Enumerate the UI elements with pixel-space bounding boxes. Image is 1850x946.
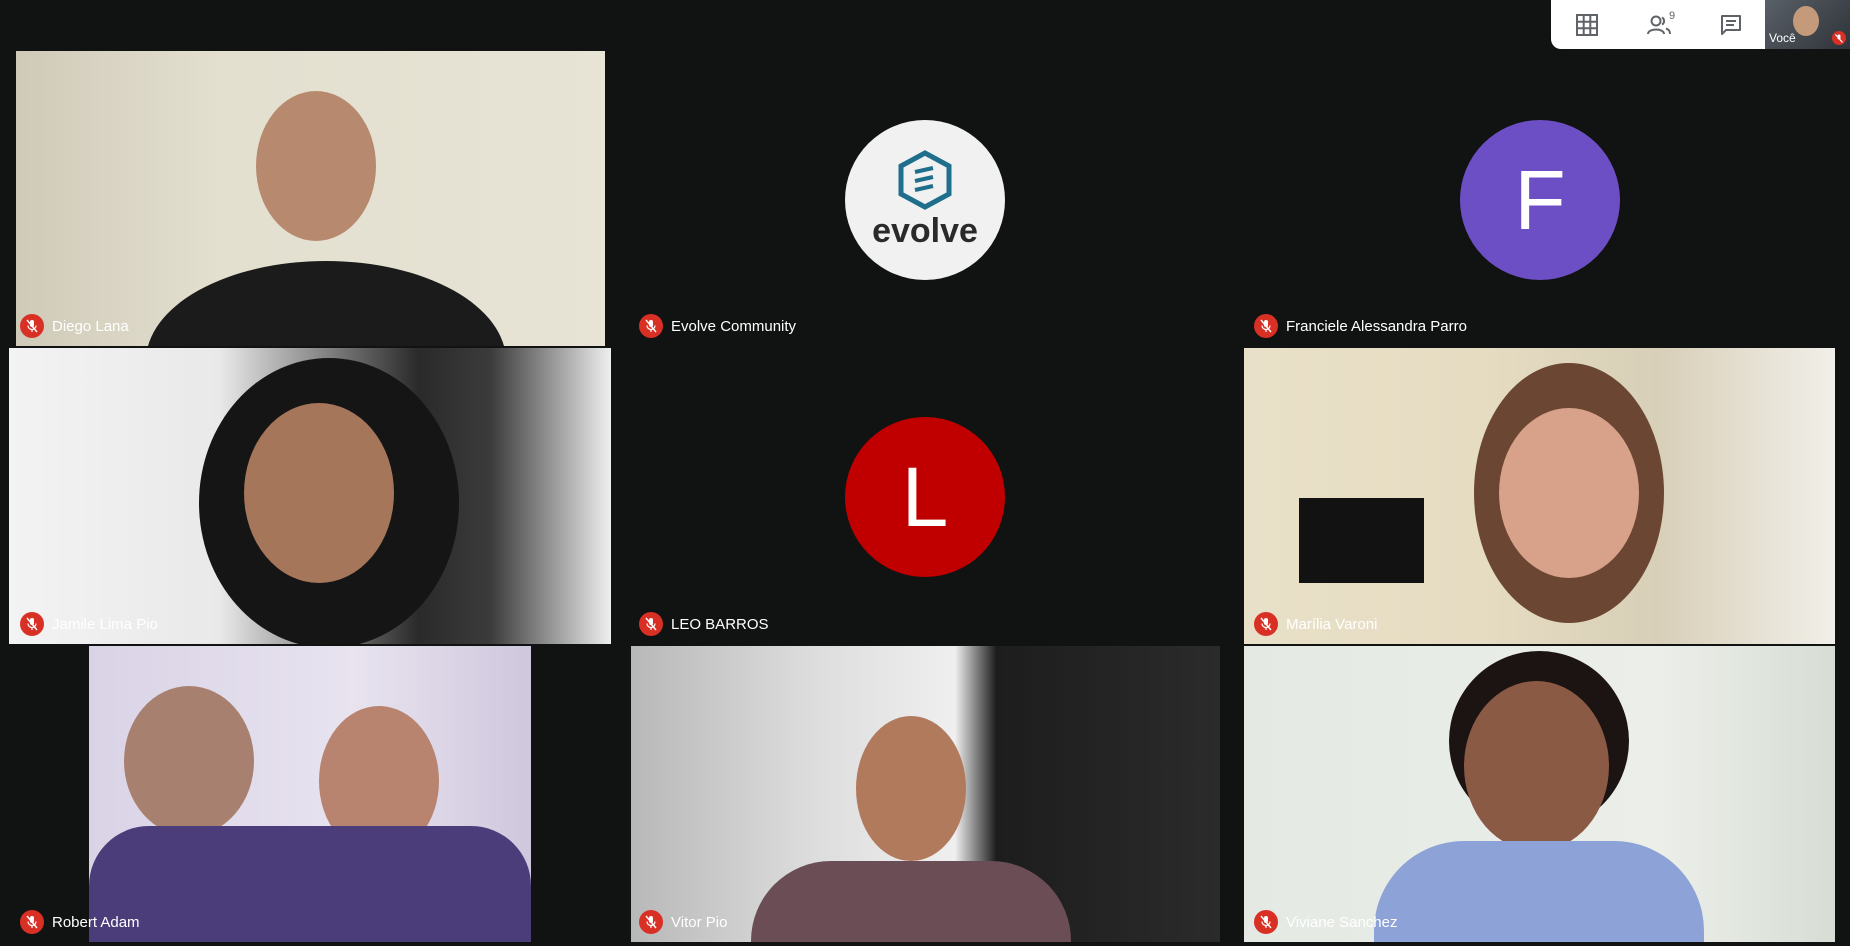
- participant-video-bodies: [89, 826, 531, 942]
- participant-name-row: LEO BARROS: [639, 612, 769, 636]
- participant-video: [1244, 646, 1835, 942]
- mic-off-icon: [1254, 314, 1278, 338]
- participant-initial-avatar: L: [845, 417, 1005, 577]
- participant-name-row: Evolve Community: [639, 314, 796, 338]
- mic-off-icon: [20, 314, 44, 338]
- participant-name-row: Vitor Pio: [639, 910, 727, 934]
- participant-video: [89, 646, 531, 942]
- mic-off-icon: [20, 612, 44, 636]
- participant-video-head: [856, 716, 966, 861]
- chat-icon: [1721, 14, 1741, 35]
- participant-video-person: [124, 686, 254, 836]
- participant-name: Jamile Lima Pio: [52, 615, 158, 633]
- participant-video: [16, 51, 605, 346]
- mic-off-icon: [639, 910, 663, 934]
- participant-name-row: Jamile Lima Pio: [20, 612, 158, 636]
- participant-count: 9: [1669, 10, 1676, 22]
- self-mic-off-icon: [1832, 31, 1846, 45]
- participant-name-row: Diego Lana: [20, 314, 129, 338]
- participant-name: Diego Lana: [52, 317, 129, 335]
- participant-tile[interactable]: Marília Varoni: [1242, 348, 1850, 644]
- participant-name: Evolve Community: [671, 317, 797, 335]
- participant-tile[interactable]: Jamile Lima Pio: [8, 348, 619, 644]
- participant-video-body: [1374, 841, 1704, 942]
- mic-off-icon: [1254, 612, 1278, 636]
- self-view-label: Você: [1769, 31, 1796, 45]
- grid-view-button[interactable]: [1551, 0, 1623, 49]
- participant-name-row: Viviane Sanchez: [1254, 910, 1397, 934]
- participant-tile[interactable]: Viviane Sanchez: [1242, 646, 1850, 942]
- evolve-hexagon-icon: [898, 149, 952, 210]
- evolve-logo-text: evolve: [872, 211, 978, 250]
- participant-video-head: [1464, 681, 1609, 851]
- participants-button[interactable]: 9: [1623, 0, 1695, 49]
- participant-video-monitor: [1299, 498, 1424, 583]
- participant-video: [631, 646, 1220, 942]
- participant-tile[interactable]: Diego Lana: [8, 50, 619, 346]
- mic-off-icon: [1254, 910, 1278, 934]
- grid-view-icon: [1576, 13, 1598, 36]
- participant-name: Marília Varoni: [1286, 615, 1378, 633]
- self-video-figure: [1793, 6, 1819, 36]
- participant-name: Vitor Pio: [671, 913, 728, 931]
- participant-tile[interactable]: Vitor Pio: [627, 646, 1238, 942]
- participant-name-row: Marília Varoni: [1254, 612, 1377, 636]
- participant-tile[interactable]: L LEO BARROS: [627, 348, 1238, 644]
- participant-video-head: [1499, 408, 1639, 578]
- participant-tile[interactable]: Robert Adam: [8, 646, 619, 942]
- participant-name: Franciele Alessandra Parro: [1286, 317, 1467, 335]
- self-view-thumbnail[interactable]: Você: [1765, 0, 1850, 49]
- mic-off-icon: [639, 314, 663, 338]
- participant-video-body: [751, 861, 1071, 942]
- participant-video: [1244, 348, 1835, 644]
- chat-button[interactable]: [1695, 0, 1767, 49]
- participant-video-body: [146, 261, 506, 346]
- participant-name-row: Franciele Alessandra Parro: [1254, 314, 1467, 338]
- evolve-logo-avatar: evolve: [845, 120, 1005, 280]
- participant-tile[interactable]: evolve Evolve Community: [627, 50, 1238, 346]
- participant-name: Robert Adam: [52, 913, 140, 931]
- participant-video-head: [244, 403, 394, 583]
- participant-initial-avatar: F: [1460, 120, 1620, 280]
- participant-tile[interactable]: F Franciele Alessandra Parro: [1242, 50, 1850, 346]
- meeting-toolbar: 9 Você: [1551, 0, 1850, 49]
- participant-name-row: Robert Adam: [20, 910, 140, 934]
- participant-video: [9, 348, 611, 644]
- participant-name: LEO BARROS: [671, 615, 769, 633]
- mic-off-icon: [639, 612, 663, 636]
- participant-video-head: [256, 91, 376, 241]
- mic-off-icon: [20, 910, 44, 934]
- participant-name: Viviane Sanchez: [1286, 913, 1398, 931]
